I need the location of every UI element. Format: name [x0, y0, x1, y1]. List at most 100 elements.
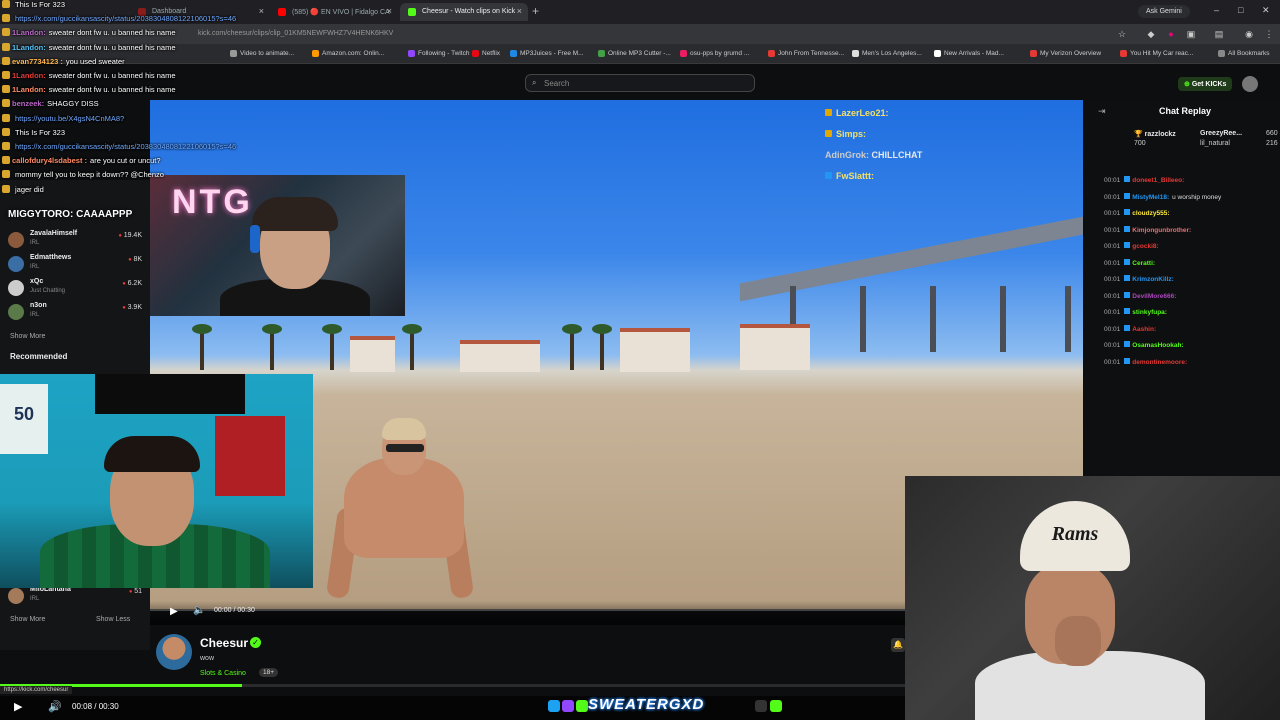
overlay-chat-username: 1Landon: [12, 42, 46, 52]
volume-icon[interactable]: 🔊 [48, 700, 62, 713]
show-less-link[interactable]: Show Less [96, 616, 130, 623]
sidebar-channel[interactable]: MiloLantana IRL 51 [8, 586, 144, 608]
background-object [215, 416, 285, 496]
search-input[interactable]: ⌕ Search [525, 74, 755, 92]
chat-username[interactable]: KrimzonKillz: [1132, 276, 1174, 283]
bookmark-star-icon[interactable]: ☆ [1117, 29, 1127, 39]
show-more-link[interactable]: Show More [10, 616, 45, 623]
chat-username[interactable]: DevilMore666: [1132, 293, 1176, 300]
chat-username[interactable]: cloudzy555: [1132, 210, 1169, 217]
chat-badge-icon [825, 130, 832, 137]
ask-gemini-button[interactable]: Ask Gemini [1138, 5, 1190, 18]
chat-username[interactable]: demontinemoore: [1132, 359, 1187, 366]
emote-icon [2, 184, 10, 193]
show-more-link[interactable]: Show More [10, 333, 45, 340]
chat-timestamp: 00:01 [1104, 325, 1121, 333]
chat-message: 00:01 MistyMel18: u worship money [1104, 192, 1278, 209]
volume-icon[interactable]: 🔈 [193, 605, 205, 616]
avatar [8, 256, 24, 272]
bookmark-item[interactable]: MP3Juices - Free M... [510, 50, 584, 57]
stream-category-link[interactable]: Slots & Casino [200, 670, 246, 677]
video-chat-line: LazerLeo21: [825, 108, 1005, 129]
play-icon[interactable]: ▶ [170, 606, 178, 617]
bookmark-item[interactable]: Online MP3 Cutter -... [598, 50, 671, 57]
tab-kick-clips[interactable]: Cheesur - Watch clips on Kick × [400, 3, 528, 21]
search-icon: ⌕ [532, 78, 537, 87]
overlay-chat-line: callofdury4lsdabest : are you cut or uncu… [2, 156, 290, 170]
avatar[interactable] [1242, 76, 1258, 92]
player-progress-bar[interactable] [150, 609, 905, 611]
chat-message: 00:01 OsamasHookah: [1104, 341, 1278, 357]
age-badge: 18+ [259, 668, 279, 677]
get-kicks-button[interactable]: ⊕ Get KICKs [1178, 77, 1233, 91]
overlay-chat-text: are you cut or uncut? [90, 156, 161, 166]
bookmark-item[interactable]: John From Tennesse... [768, 50, 844, 57]
bookmark-item[interactable]: You Hit My Car reac... [1120, 50, 1193, 57]
chat-badge-icon [1124, 324, 1131, 331]
bookmark-item[interactable]: All Bookmarks [1218, 50, 1270, 57]
beach-building [460, 340, 540, 372]
beach-building [740, 324, 810, 370]
chat-message: 00:01 Aashin: [1104, 324, 1278, 341]
chat-username[interactable]: Ceratti: [1132, 260, 1155, 267]
emote-icon [2, 85, 10, 94]
bookmark-item[interactable]: Amazon.com: Onlin... [312, 50, 384, 57]
extension-icon[interactable]: ◆ [1146, 29, 1156, 39]
close-tab-icon[interactable]: × [517, 6, 522, 16]
play-icon[interactable]: ▶ [14, 700, 22, 713]
chat-message: 00:01 doneet1_Billeeo: [1104, 176, 1278, 192]
overlay-chat-text: mommy tell you to keep it down?? @Chenzo [15, 170, 164, 180]
extension-icon[interactable]: ● [1166, 29, 1176, 39]
streamer-name[interactable]: Cheesur [200, 636, 248, 650]
url-field[interactable]: kick.com/cheesur/clips/clip_01KM5NEWFWHZ… [190, 28, 1090, 41]
menu-icon[interactable]: ⋮ [1264, 29, 1274, 39]
gifter-amount: 700 [1134, 140, 1146, 147]
chat-username[interactable]: Aashin: [1132, 326, 1156, 333]
chat-username[interactable]: Kimjongunbrother: [1132, 227, 1191, 234]
maximize-icon[interactable]: □ [1238, 5, 1243, 15]
chat-username[interactable]: MistyMel18: [1132, 194, 1169, 201]
sidebar-channel[interactable]: Edmatthews IRL 8K [8, 254, 144, 276]
bookmark-item[interactable]: Netflix [472, 50, 500, 57]
notification-bell-icon[interactable]: 🔔 [891, 638, 905, 652]
pier-pillar [930, 286, 936, 352]
overlay-chat-username: benzeek: [12, 99, 45, 109]
overlay-chat-line: https://youtu.be/X4gsN4CnMA8? [2, 113, 290, 128]
chat-badge-icon [1124, 291, 1131, 298]
person-hair [104, 436, 200, 472]
minimize-icon[interactable]: – [1214, 5, 1219, 15]
emote-icon [2, 71, 10, 79]
chat-username[interactable]: gcocki8: [1132, 243, 1158, 250]
overlay-chat-line: https://x.com/guccikansascity/status/203… [2, 14, 290, 28]
chat-username[interactable]: doneet1_Billeeo: [1132, 177, 1184, 184]
bookmark-item[interactable]: Men's Los Angeles... [852, 50, 922, 57]
chat-username[interactable]: stinkyfupa: [1132, 309, 1167, 316]
extensions-puzzle-icon[interactable]: ▣ [1186, 29, 1196, 39]
chat-username[interactable]: OsamasHookah: [1132, 342, 1183, 349]
bookmark-item[interactable]: My Verizon Overview [1030, 50, 1101, 57]
bookmark-item[interactable]: New Arrivals - Mad... [934, 50, 1004, 57]
chat-badge-icon [1124, 176, 1131, 182]
stream-title: wow [200, 655, 215, 662]
overlay-chat-text: https://x.com/guccikansascity/status/203… [15, 14, 237, 24]
palm-tree [562, 324, 582, 370]
close-window-icon[interactable]: ✕ [1262, 5, 1270, 16]
close-tab-icon[interactable]: × [387, 6, 392, 16]
sidebar-channel[interactable]: n3on IRL 3.9K [8, 302, 144, 324]
overlay-chat-line: 1Landon: sweater dont fw u. u banned his … [2, 28, 290, 42]
profile-icon[interactable]: ◉ [1244, 29, 1254, 39]
stream-progress-bar[interactable] [0, 684, 905, 687]
rams-cap-image: Rams [1020, 501, 1130, 571]
bookmark-item[interactable]: osu-pps by grumd ... [680, 50, 749, 57]
sidebar-channel[interactable]: ZavalaHimself IRL 19.4K [8, 230, 144, 252]
sidebar-icon[interactable]: ▤ [1214, 29, 1224, 39]
bookmark-item[interactable]: Following - Twitch [408, 50, 470, 57]
webcam-right: Rams [905, 476, 1280, 720]
streamer-avatar[interactable] [156, 634, 192, 670]
new-tab-button[interactable]: + [532, 4, 539, 18]
sidebar-channel[interactable]: xQc Just Chatting 6.2K [8, 278, 144, 300]
beach-building [620, 328, 690, 372]
emote-icon [2, 0, 10, 8]
gifter-amount: 660 [1266, 130, 1278, 137]
overlay-chat-text: sweater dont fw u. u banned his name [48, 28, 176, 38]
